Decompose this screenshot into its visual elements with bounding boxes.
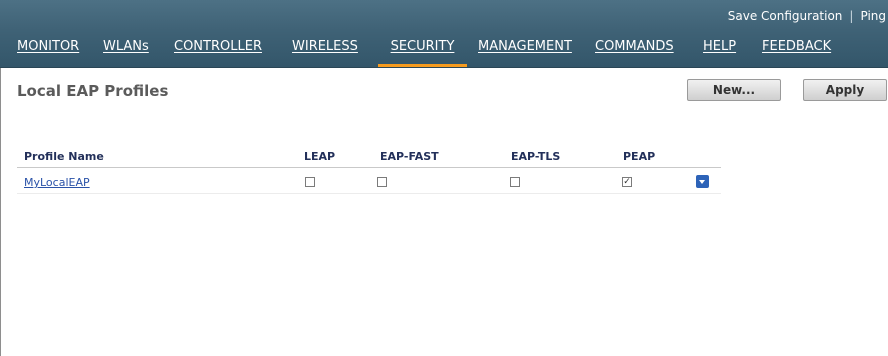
- column-header-profile-name: Profile Name: [24, 150, 104, 163]
- page-title: Local EAP Profiles: [17, 82, 169, 100]
- utility-separator: |: [849, 9, 854, 23]
- profile-name-link[interactable]: MyLocalEAP: [24, 176, 90, 189]
- content-left-border: [0, 68, 1, 356]
- table-header-divider: [17, 167, 721, 168]
- new-button[interactable]: New...: [687, 79, 781, 101]
- nav-help[interactable]: HELP: [703, 36, 736, 64]
- nav-security-label: SECURITY: [390, 39, 455, 54]
- column-header-eap-fast: EAP-FAST: [380, 150, 439, 163]
- nav-feedback[interactable]: FEEDBACK: [762, 36, 831, 64]
- nav-management[interactable]: MANAGEMENT: [478, 36, 572, 64]
- table-row-divider: [17, 193, 721, 194]
- nav-management-label: MANAGEMENT: [478, 39, 572, 54]
- nav-wireless[interactable]: WIRELESS: [292, 36, 358, 64]
- column-header-leap: LEAP: [304, 150, 336, 163]
- nav-monitor-label: MONITOR: [17, 39, 80, 54]
- nav-commands[interactable]: COMMANDS: [595, 36, 674, 64]
- nav-controller[interactable]: CONTROLLER: [174, 36, 262, 64]
- leap-checkbox[interactable]: [305, 177, 315, 187]
- main-navigation: MONITOR WLANs CONTROLLER WIRELESS SECURI…: [0, 36, 888, 67]
- column-header-eap-tls: EAP-TLS: [511, 150, 561, 163]
- nav-help-label: HELP: [703, 39, 737, 54]
- nav-wlans-label: WLANs: [103, 39, 149, 54]
- nav-monitor[interactable]: MONITOR: [17, 36, 79, 64]
- utility-links: Save Configuration | Ping: [728, 9, 886, 23]
- apply-button[interactable]: Apply: [803, 79, 887, 101]
- nav-feedback-label: FEEDBACK: [762, 39, 832, 54]
- nav-wlans[interactable]: WLANs: [103, 36, 149, 64]
- peap-checkbox[interactable]: ✓: [622, 177, 632, 187]
- save-configuration-link[interactable]: Save Configuration: [728, 9, 843, 23]
- top-header-bar: Save Configuration | Ping MONITOR WLANs CO…: [0, 0, 888, 68]
- chevron-down-icon[interactable]: [696, 175, 709, 188]
- nav-wireless-label: WIRELESS: [292, 39, 358, 54]
- nav-controller-label: CONTROLLER: [174, 39, 262, 54]
- ping-link[interactable]: Ping: [860, 9, 886, 23]
- eap-fast-checkbox[interactable]: [377, 177, 387, 187]
- nav-commands-label: COMMANDS: [595, 39, 674, 54]
- column-header-peap: PEAP: [623, 150, 656, 163]
- nav-security[interactable]: SECURITY: [378, 36, 467, 67]
- eap-tls-checkbox[interactable]: [510, 177, 520, 187]
